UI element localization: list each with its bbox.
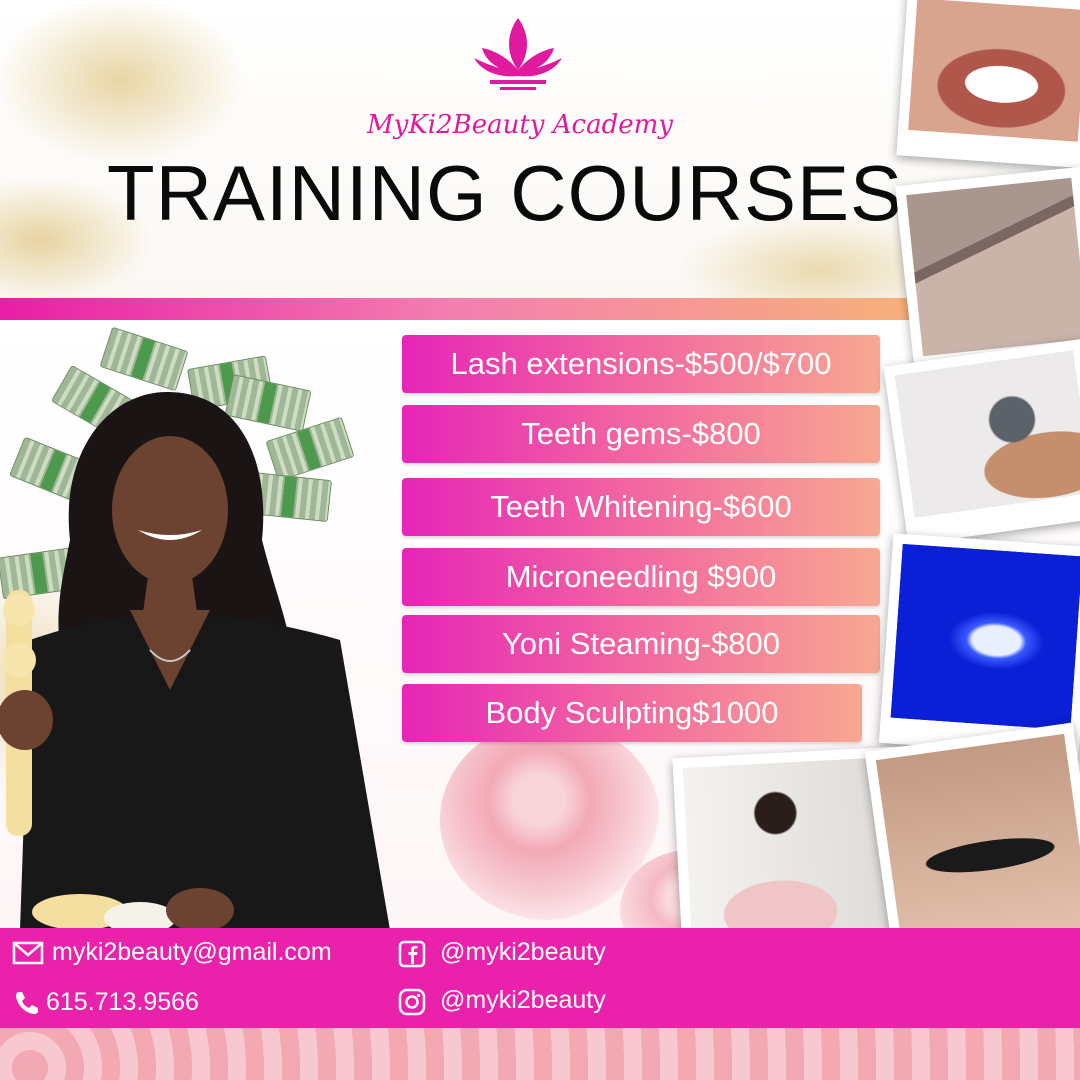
facebook-icon: [398, 940, 426, 968]
contact-phone[interactable]: 615.713.9566: [46, 988, 199, 1017]
course-item: Yoni Steaming-$800: [402, 615, 880, 673]
rose-petals-strip: [0, 1028, 1080, 1080]
contact-email[interactable]: myki2beauty@gmail.com: [52, 938, 332, 967]
teeth-whitening-photo: [878, 533, 1080, 757]
phone-icon: [16, 992, 38, 1014]
course-item: Teeth Whitening-$600: [402, 478, 880, 536]
contact-facebook[interactable]: @myki2beauty: [440, 938, 606, 967]
course-item: Lash extensions-$500/$700: [402, 335, 880, 393]
instagram-icon: [398, 988, 426, 1016]
course-item: Microneedling $900: [402, 548, 880, 606]
mail-icon: [12, 941, 44, 965]
lotus-logo: [474, 18, 562, 90]
body-sculpting-photo: [883, 338, 1080, 546]
contact-instagram[interactable]: @myki2beauty: [440, 986, 606, 1015]
brand-name: MyKi2Beauty Academy: [367, 110, 673, 140]
course-item: Body Sculpting$1000: [402, 684, 862, 742]
course-item: Teeth gems-$800: [402, 405, 880, 463]
instructor-photo: [0, 391, 390, 930]
pink-divider-stripe: [0, 298, 910, 320]
teeth-gems-photo: [896, 0, 1080, 169]
